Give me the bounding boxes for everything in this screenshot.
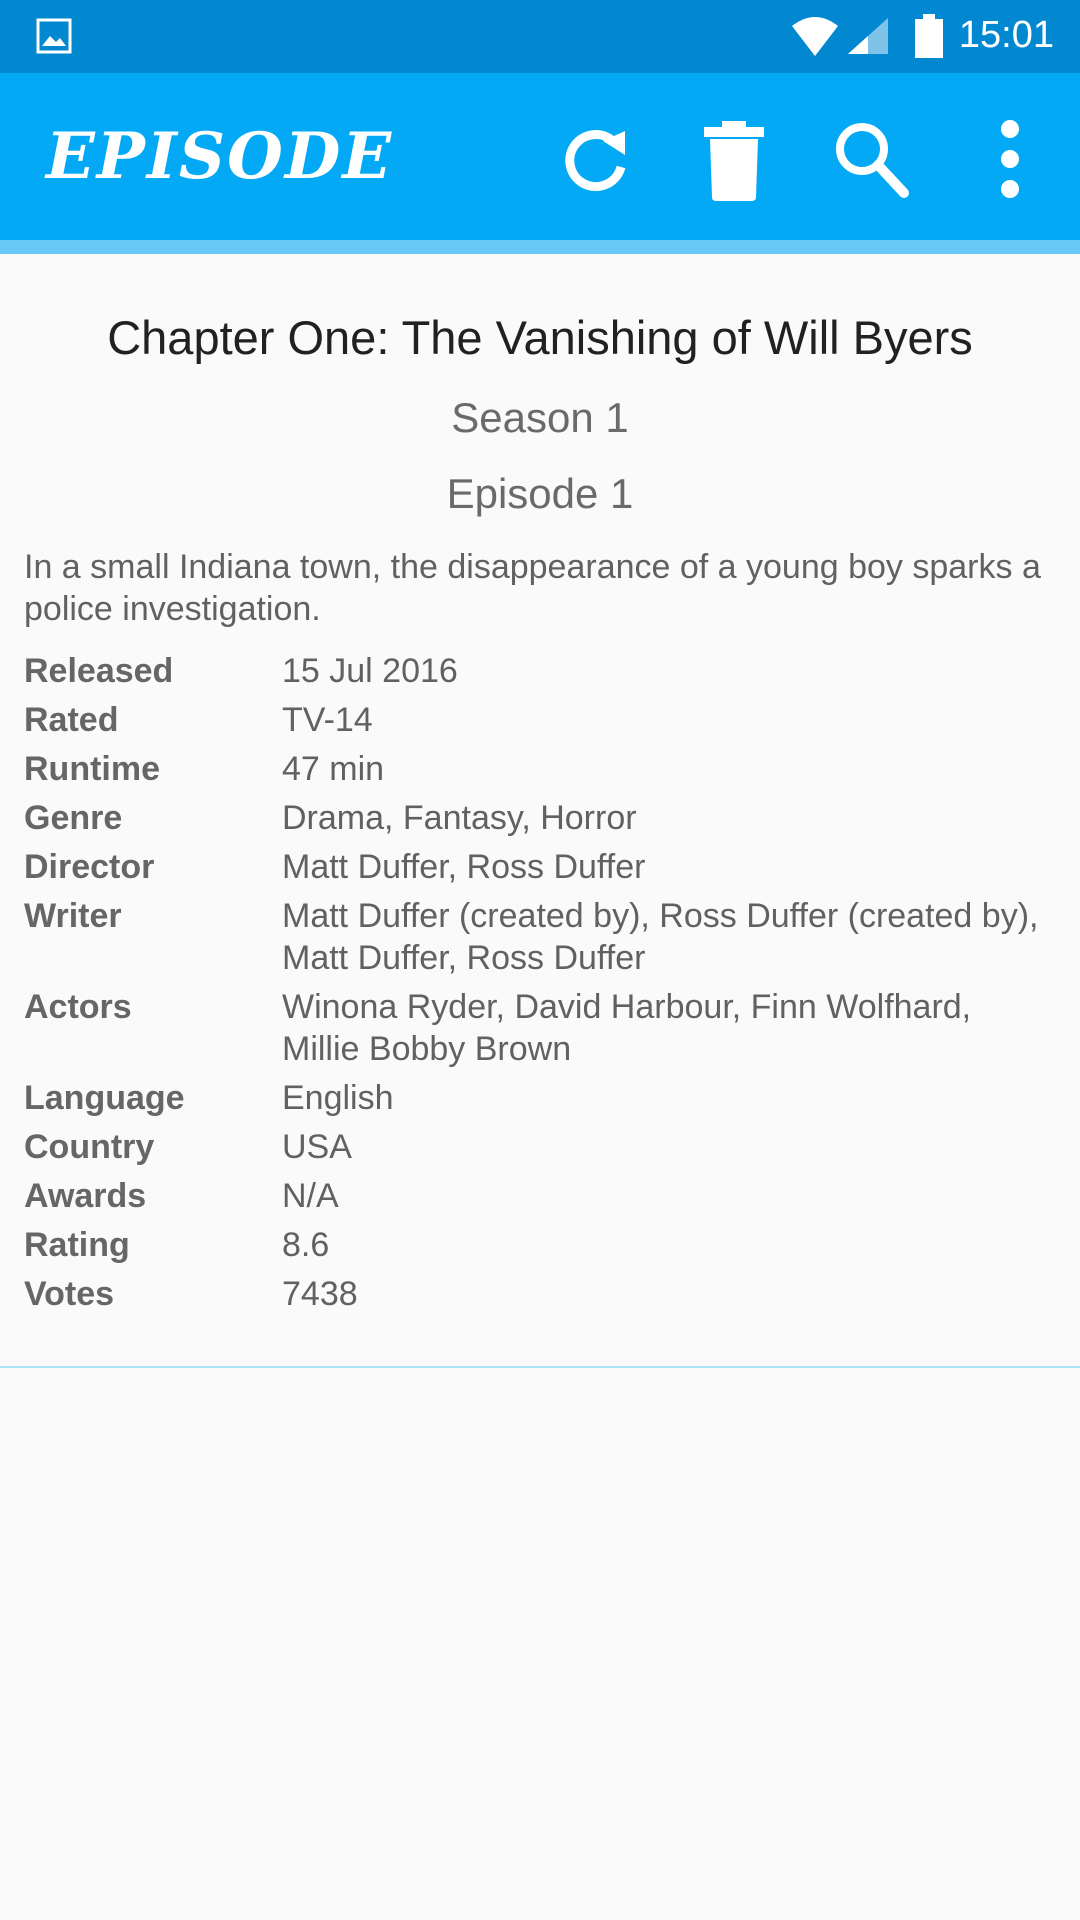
detail-label: Actors — [24, 988, 132, 1026]
detail-value: TV-14 — [282, 701, 373, 739]
detail-value: English — [282, 1079, 394, 1117]
episode-plot: In a small Indiana town, the disappearan… — [24, 548, 1041, 628]
detail-row-runtime: Runtime 47 min — [24, 748, 1054, 790]
detail-label: Director — [24, 848, 155, 886]
app-bar: EPISODE — [0, 73, 1080, 240]
detail-row-released: Released 15 Jul 2016 — [24, 650, 1054, 692]
detail-value: 15 Jul 2016 — [282, 652, 458, 690]
detail-label: Awards — [24, 1177, 147, 1215]
image-notification-icon — [36, 18, 72, 54]
detail-value: N/A — [282, 1177, 339, 1215]
app-bar-shadow — [0, 240, 1080, 254]
episode-number-label: Episode 1 — [446, 470, 634, 517]
detail-value: Matt Duffer, Ross Duffer — [282, 848, 646, 886]
app-bar-title: EPISODE — [46, 119, 394, 194]
detail-label: Rated — [24, 701, 119, 739]
detail-label: Genre — [24, 799, 123, 837]
detail-row-actors: Actors Winona Ryder, David Harbour, Finn… — [24, 986, 1054, 1070]
detail-row-language: Language English — [24, 1077, 1054, 1119]
detail-value: 7438 — [282, 1275, 358, 1313]
battery-icon — [915, 14, 943, 58]
refresh-icon[interactable] — [553, 115, 641, 203]
detail-row-rated: Rated TV-14 — [24, 699, 1054, 741]
detail-label: Runtime — [24, 750, 160, 788]
detail-value: Winona Ryder, David Harbour, Finn Wolfha… — [282, 988, 972, 1068]
more-vert-icon[interactable] — [966, 115, 1054, 203]
detail-label: Votes — [24, 1275, 115, 1313]
signal-icon — [848, 18, 888, 54]
detail-row-genre: Genre Drama, Fantasy, Horror — [24, 797, 1054, 839]
detail-row-rating: Rating 8.6 — [24, 1224, 1054, 1266]
season-label: Season 1 — [451, 394, 629, 441]
status-time: 15:01 — [958, 14, 1054, 56]
wifi-icon — [792, 17, 838, 56]
status-bar: 15:01 — [0, 0, 1080, 73]
search-icon[interactable] — [826, 115, 914, 203]
detail-row-writer: Writer Matt Duffer (created by), Ross Du… — [24, 895, 1054, 979]
detail-row-country: Country USA — [24, 1126, 1054, 1168]
delete-icon[interactable] — [690, 115, 778, 203]
episode-title: Chapter One: The Vanishing of Will Byers — [107, 311, 973, 364]
detail-label: Writer — [24, 897, 122, 935]
detail-row-director: Director Matt Duffer, Ross Duffer — [24, 846, 1054, 888]
detail-value: 8.6 — [282, 1226, 330, 1264]
detail-row-awards: Awards N/A — [24, 1175, 1054, 1217]
detail-label: Rating — [24, 1226, 130, 1264]
details-table: Released 15 Jul 2016 Rated TV-14 Runtime… — [24, 650, 1054, 1322]
detail-value: 47 min — [282, 750, 385, 788]
detail-value: Matt Duffer (created by), Ross Duffer (c… — [282, 897, 1039, 977]
detail-row-votes: Votes 7438 — [24, 1273, 1054, 1315]
detail-label: Country — [24, 1128, 155, 1166]
detail-label: Language — [24, 1079, 185, 1117]
detail-value: Drama, Fantasy, Horror — [282, 799, 637, 837]
detail-value: USA — [282, 1128, 352, 1166]
content-divider — [0, 1366, 1080, 1368]
detail-label: Released — [24, 652, 174, 690]
